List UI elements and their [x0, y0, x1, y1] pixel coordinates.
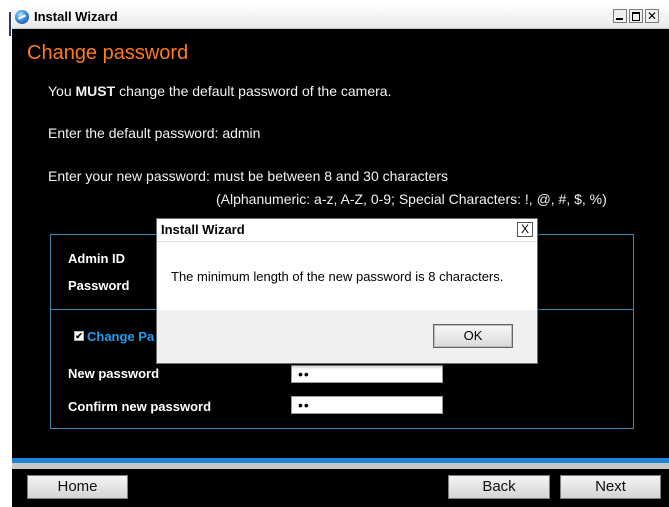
change-password-checkbox[interactable]: ✔	[74, 331, 84, 341]
default-password-text: Enter the default password: admin	[48, 125, 261, 141]
alert-dialog: Install Wizard X The minimum length of t…	[156, 218, 538, 364]
next-button[interactable]: Next	[560, 475, 661, 499]
app-icon	[15, 10, 29, 24]
background-window-text-fragment	[140, 0, 370, 4]
page-heading: Change password	[27, 42, 189, 64]
minimize-button[interactable]	[613, 9, 627, 23]
password-label: Password	[68, 278, 130, 293]
window-title: Install Wizard	[34, 9, 118, 24]
back-button[interactable]: Back	[448, 475, 550, 499]
admin-id-label: Admin ID	[68, 251, 126, 266]
confirm-password-field[interactable]: ••	[291, 396, 443, 414]
footer-separator	[12, 463, 669, 469]
new-password-requirement-text: Enter your new password: must be between…	[48, 168, 448, 184]
new-password-label: New password	[68, 366, 160, 381]
new-password-field[interactable]: ••	[291, 365, 443, 383]
maximize-button[interactable]	[629, 9, 643, 23]
dialog-title-bar[interactable]: Install Wizard X	[157, 219, 537, 242]
dialog-close-icon[interactable]: X	[517, 222, 533, 237]
title-bar[interactable]: Install Wizard ✕	[12, 6, 669, 29]
dialog-title: Install Wizard	[161, 222, 245, 237]
background-window-edge	[9, 12, 11, 36]
password-rules-text: (Alphanumeric: a-z, A-Z, 0-9; Special Ch…	[216, 191, 607, 207]
dialog-message: The minimum length of the new password i…	[171, 269, 504, 284]
confirm-password-label: Confirm new password	[68, 399, 212, 414]
ok-button[interactable]: OK	[433, 324, 513, 348]
must-change-text: You MUST change the default password of …	[48, 83, 392, 99]
change-password-label[interactable]: Change Pa	[87, 329, 154, 344]
home-button[interactable]: Home	[27, 475, 128, 499]
close-button[interactable]: ✕	[645, 9, 659, 23]
